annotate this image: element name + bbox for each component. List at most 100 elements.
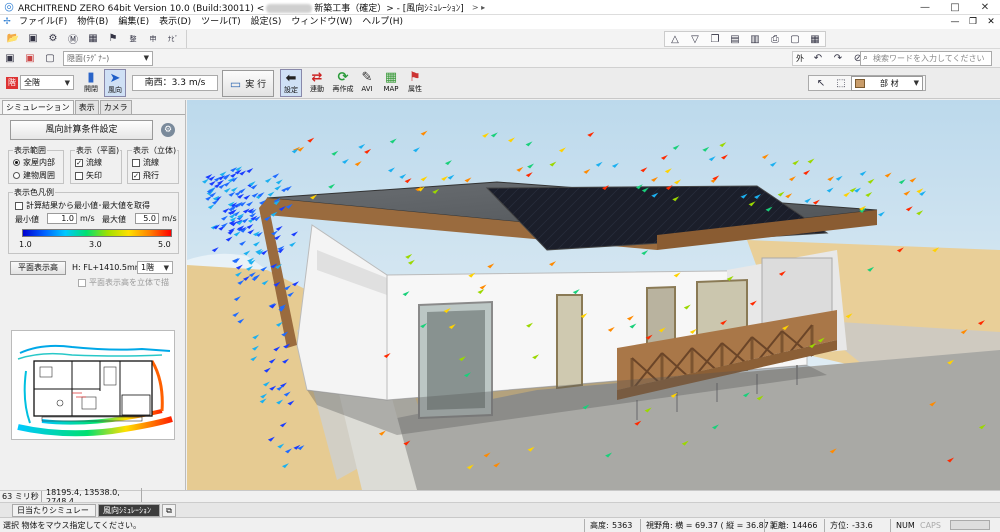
- plan-height-button[interactable]: 平面表示高: [10, 261, 66, 275]
- m-circle-icon[interactable]: Ⓜ: [65, 31, 81, 47]
- 3d-viewport[interactable]: [187, 100, 1000, 490]
- refresh-icon: ⟳: [337, 69, 349, 85]
- box-icon[interactable]: ▢: [787, 31, 803, 47]
- max-value-input[interactable]: 5.0: [135, 213, 159, 224]
- layer-combo[interactable]: 隠面(ﾗｸﾞﾅｰ) ▼: [63, 50, 153, 66]
- shading-icon[interactable]: ▣: [22, 50, 38, 66]
- material-combo[interactable]: 部 材 ▼: [851, 75, 923, 91]
- undo-icon[interactable]: ↶: [810, 51, 826, 67]
- save-icon[interactable]: ▣: [25, 31, 41, 47]
- wire-icon[interactable]: ▢: [42, 50, 58, 66]
- select-icon[interactable]: ⬚: [833, 75, 849, 91]
- menu-window[interactable]: ウィンドウ(W): [286, 15, 357, 29]
- calc-conditions-button[interactable]: 風向計算条件設定: [10, 120, 153, 140]
- wind-arrow-icon: ➤: [109, 70, 121, 86]
- wind-button[interactable]: ➤ 風向: [104, 69, 126, 97]
- chevron-down-icon: ▼: [143, 54, 149, 62]
- maximize-button[interactable]: □: [940, 0, 970, 15]
- min-label: 最小値: [15, 215, 39, 224]
- render-time: 63 ミリ秒: [0, 491, 42, 502]
- tab-simulation[interactable]: シミュレーション: [2, 100, 74, 114]
- open-close-button[interactable]: ▮ 開閉: [80, 69, 102, 97]
- gear-icon[interactable]: ⚙: [161, 123, 175, 137]
- close-button[interactable]: ✕: [970, 0, 1000, 15]
- check-solid-flight[interactable]: ✓ 飛行: [132, 170, 159, 181]
- settings-button[interactable]: ⬅ 設定: [280, 69, 302, 97]
- status-bar: 選択 物体をマウス指定してください。 高度: 5363 視野角: 横 = 69.…: [0, 517, 1000, 532]
- triangle-down-icon[interactable]: ▽: [687, 31, 703, 47]
- grid-icon[interactable]: ▦: [85, 31, 101, 47]
- check-solid-streamline[interactable]: 流線: [132, 157, 159, 168]
- tab-sunlight-simulation[interactable]: 日当たりシミュレーション: [12, 504, 96, 527]
- execute-button[interactable]: ▭ 実 行: [222, 70, 274, 97]
- matching-icon[interactable]: 整: [125, 31, 141, 47]
- menu-file[interactable]: ファイル(F): [14, 15, 72, 29]
- radio-house-inside[interactable]: 家屋内部: [13, 157, 55, 168]
- checkbox-empty-icon: [15, 201, 23, 210]
- chevron-down-icon: ▼: [64, 78, 70, 87]
- resize-grip[interactable]: [950, 520, 990, 530]
- tab-display[interactable]: 表示: [74, 100, 99, 114]
- print-icon[interactable]: ⎙: [767, 31, 783, 47]
- legend-tick-max: 5.0: [158, 240, 171, 249]
- minimize-button[interactable]: —: [910, 0, 940, 15]
- title-bar: ◎ ARCHITREND ZERO 64bit Version 10.0 (Bu…: [0, 0, 1000, 15]
- plan-minimap[interactable]: [11, 330, 175, 440]
- navi-icon[interactable]: ﾅﾋﾞ: [165, 31, 181, 47]
- check-auto-range[interactable]: 計算結果から最小値･最大値を取得: [15, 200, 150, 211]
- triangle-up-icon[interactable]: △: [667, 31, 683, 47]
- material-combo-value: 部 材: [880, 78, 899, 88]
- minimap-drawing: [17, 344, 173, 437]
- link-button[interactable]: ⇄ 連動: [306, 69, 328, 97]
- recreate-button[interactable]: ⟳ 再作成: [330, 69, 356, 97]
- avi-button[interactable]: ✎ AVI: [356, 69, 378, 97]
- attribute-button[interactable]: ⚑ 属性: [404, 69, 426, 97]
- check-plan-streamline[interactable]: ✓ 流線: [75, 157, 102, 168]
- tab-wind-simulation[interactable]: 風向ｼﾐｭﾚｰｼｮﾝ: [98, 504, 160, 517]
- view-toolbar: △ ▽ ❐ ▤ ▥ ⎙ ▢ ▦: [664, 31, 826, 47]
- new-tab-icon[interactable]: ⧉: [162, 504, 176, 517]
- layer-combo-value: 隠面(ﾗｸﾞﾅｰ): [67, 53, 110, 63]
- floor-combo[interactable]: 全階 ▼: [20, 75, 74, 90]
- check-plan-arrow[interactable]: 矢印: [75, 170, 102, 181]
- distance-label: 距離:: [770, 521, 789, 530]
- legend-tick-mid: 3.0: [89, 240, 102, 249]
- floor-select[interactable]: 1階 ▼: [137, 261, 173, 274]
- view-angle: 視野角: 横 = 69.37 ( 縦 = 36.87 ): [646, 521, 775, 530]
- layout-icon[interactable]: ▦: [807, 31, 823, 47]
- menu-settings[interactable]: 設定(S): [246, 15, 287, 29]
- search-box[interactable]: ⌕ 検索ワードを入力してください: [860, 51, 992, 66]
- search-icon: ⌕: [863, 53, 869, 63]
- min-value-input[interactable]: 1.0: [47, 213, 77, 224]
- plan-height-value: H: FL+1410.5mm: [72, 263, 143, 272]
- redo-icon[interactable]: ↷: [830, 51, 846, 67]
- check-solid-height[interactable]: 平面表示高を立体で描: [78, 277, 169, 288]
- checkbox-label: 平面表示高を立体で描: [89, 278, 169, 287]
- chevron-down-icon: ▼: [163, 263, 169, 272]
- mdi-minimize-button[interactable]: —: [946, 17, 964, 27]
- pointer-icon[interactable]: ↖: [813, 75, 829, 91]
- menu-help[interactable]: ヘルプ(H): [357, 15, 408, 29]
- status-message: 選択 物体をマウス指定してください。: [3, 521, 142, 530]
- copy-icon[interactable]: ❐: [707, 31, 723, 47]
- app-icon: ◎: [4, 0, 14, 13]
- wind-readout: 南西：3.3 m/s: [132, 75, 218, 91]
- radio-dot-icon: [13, 159, 20, 166]
- flag-icon[interactable]: ⚑: [105, 31, 121, 47]
- apply-icon[interactable]: 申: [145, 31, 161, 47]
- mdi-close-button[interactable]: ✕: [982, 17, 1000, 27]
- menu-edit[interactable]: 編集(E): [113, 15, 154, 29]
- tile-icon[interactable]: ▤: [727, 31, 743, 47]
- outside-label[interactable]: 外: [796, 53, 804, 64]
- mdi-restore-button[interactable]: ❐: [964, 17, 982, 27]
- map-button[interactable]: ▦ MAP: [380, 69, 402, 97]
- open-folder-icon[interactable]: 📂: [5, 31, 21, 47]
- tab-camera[interactable]: カメラ: [99, 100, 132, 114]
- menu-tools[interactable]: ツール(T): [196, 15, 246, 29]
- gear-icon[interactable]: ⚙: [45, 31, 61, 47]
- radio-building-around[interactable]: 建物周囲: [13, 170, 55, 181]
- render-mode-icon[interactable]: ▣: [2, 50, 18, 66]
- menu-property[interactable]: 物件(B): [72, 15, 113, 29]
- window-list-icon[interactable]: ▥: [747, 31, 763, 47]
- menu-view[interactable]: 表示(D): [154, 15, 196, 29]
